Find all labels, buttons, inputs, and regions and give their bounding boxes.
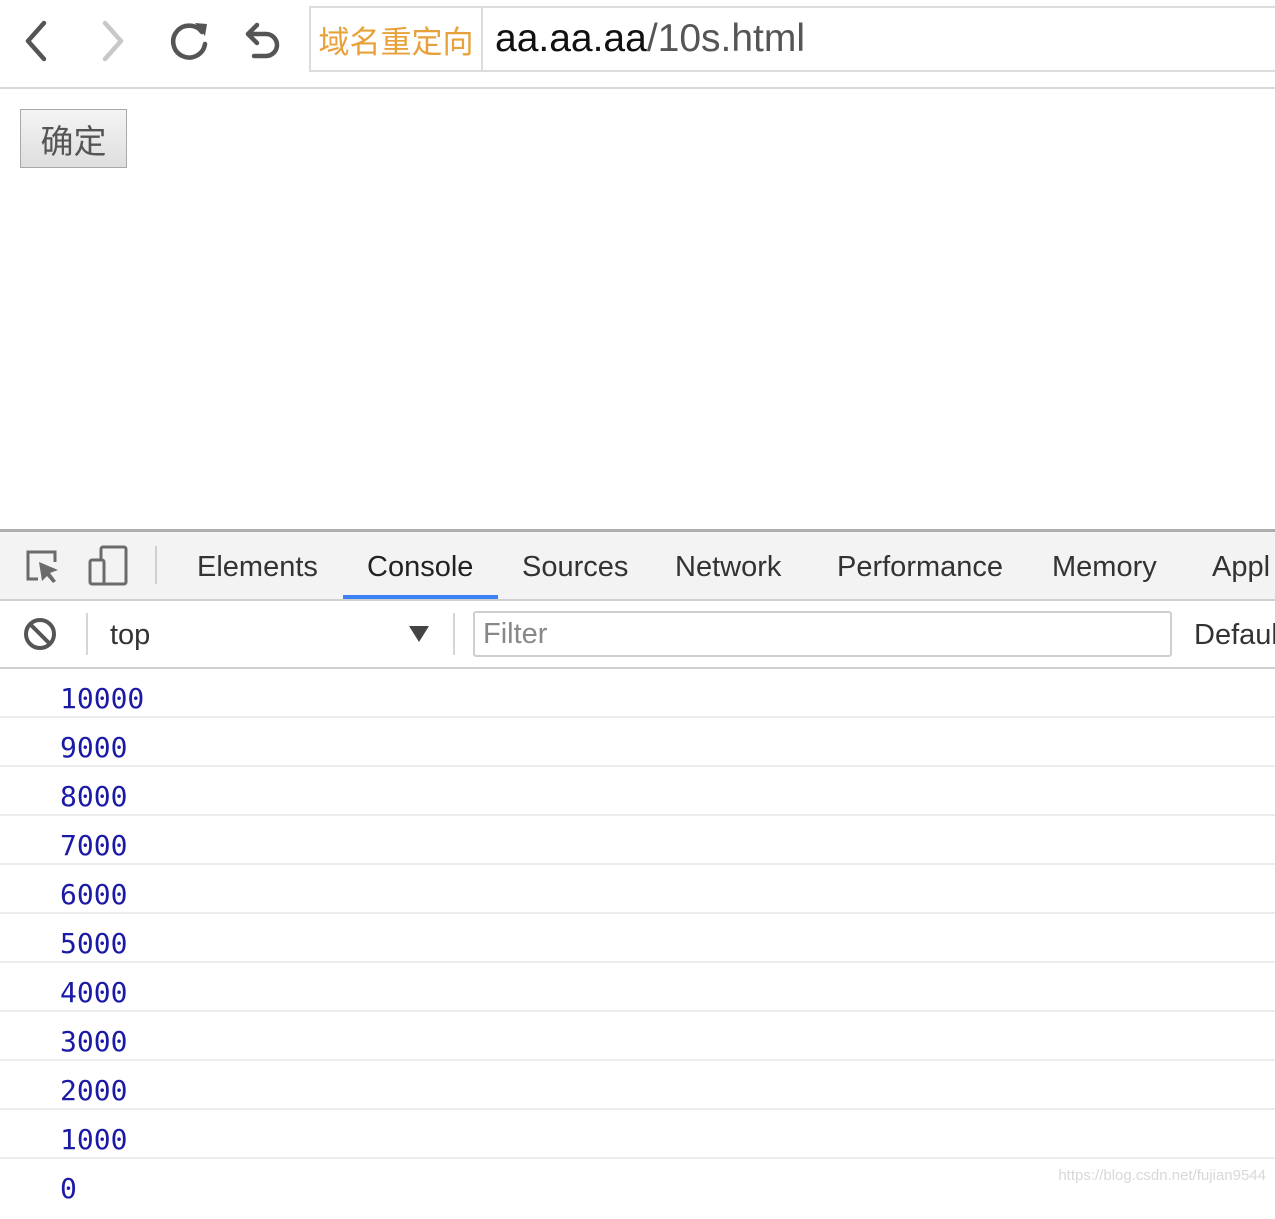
- tab-elements[interactable]: Elements: [197, 532, 318, 599]
- reload-button[interactable]: [162, 14, 216, 68]
- url-host: aa.aa.aa: [495, 17, 647, 60]
- inspect-element-button[interactable]: [16, 540, 68, 592]
- devtools-tabbar: Elements Console Sources Network Perform…: [0, 532, 1275, 601]
- log-row: 4000: [0, 963, 1275, 1012]
- context-value: top: [110, 619, 151, 651]
- toolbar-separator: [453, 613, 455, 655]
- log-row: 3000: [0, 1012, 1275, 1061]
- dropdown-arrow-icon: [409, 626, 429, 642]
- forward-button[interactable]: [84, 14, 138, 68]
- inspect-icon: [26, 550, 58, 583]
- clear-console-button[interactable]: [20, 614, 60, 654]
- log-row: 6000: [0, 865, 1275, 914]
- device-toggle-icon: [88, 545, 128, 586]
- tab-application[interactable]: Appl: [1212, 532, 1270, 599]
- log-row: 5000: [0, 914, 1275, 963]
- tab-memory[interactable]: Memory: [1052, 532, 1157, 599]
- log-row: 2000: [0, 1061, 1275, 1110]
- page-content: 确定: [0, 89, 1275, 529]
- reload-icon: [170, 23, 208, 60]
- toolbar-separator: [86, 613, 88, 655]
- back-button[interactable]: [11, 14, 65, 68]
- log-row: 10000: [0, 669, 1275, 718]
- log-levels-dropdown[interactable]: Defaul: [1194, 601, 1275, 669]
- address-bar[interactable]: 域名重定向 aa.aa.aa/10s.html: [309, 6, 1275, 72]
- url-path: /10s.html: [646, 17, 806, 60]
- clear-console-icon: [24, 618, 56, 650]
- undo-button[interactable]: [234, 14, 288, 68]
- active-tab-indicator: [343, 595, 498, 599]
- log-row: 8000: [0, 767, 1275, 816]
- browser-toolbar: 域名重定向 aa.aa.aa/10s.html: [0, 0, 1275, 89]
- console-output: 10000 9000 8000 7000 6000 5000 4000 3000…: [0, 669, 1275, 1206]
- watermark: https://blog.csdn.net/fujian9544: [1058, 1167, 1266, 1184]
- devtools-panel: Elements Console Sources Network Perform…: [0, 529, 1275, 1205]
- confirm-button[interactable]: 确定: [20, 109, 127, 168]
- tab-console[interactable]: Console: [367, 532, 473, 599]
- log-row: 7000: [0, 816, 1275, 865]
- back-icon: [25, 20, 47, 62]
- address-url[interactable]: aa.aa.aa/10s.html: [495, 8, 805, 70]
- redirect-badge[interactable]: 域名重定向: [311, 8, 483, 70]
- tab-performance[interactable]: Performance: [837, 532, 1003, 599]
- forward-icon: [102, 20, 124, 62]
- filter-input[interactable]: [473, 611, 1172, 657]
- log-row: 1000: [0, 1110, 1275, 1159]
- tab-sources[interactable]: Sources: [522, 532, 628, 599]
- log-value: 0: [60, 1172, 77, 1205]
- tabbar-separator: [155, 546, 157, 584]
- context-selector[interactable]: top: [110, 601, 432, 667]
- log-row: 9000: [0, 718, 1275, 767]
- console-toolbar: top Defaul: [0, 601, 1275, 669]
- undo-icon: [245, 22, 280, 59]
- device-toolbar-button[interactable]: [82, 540, 134, 592]
- tab-network[interactable]: Network: [675, 532, 781, 599]
